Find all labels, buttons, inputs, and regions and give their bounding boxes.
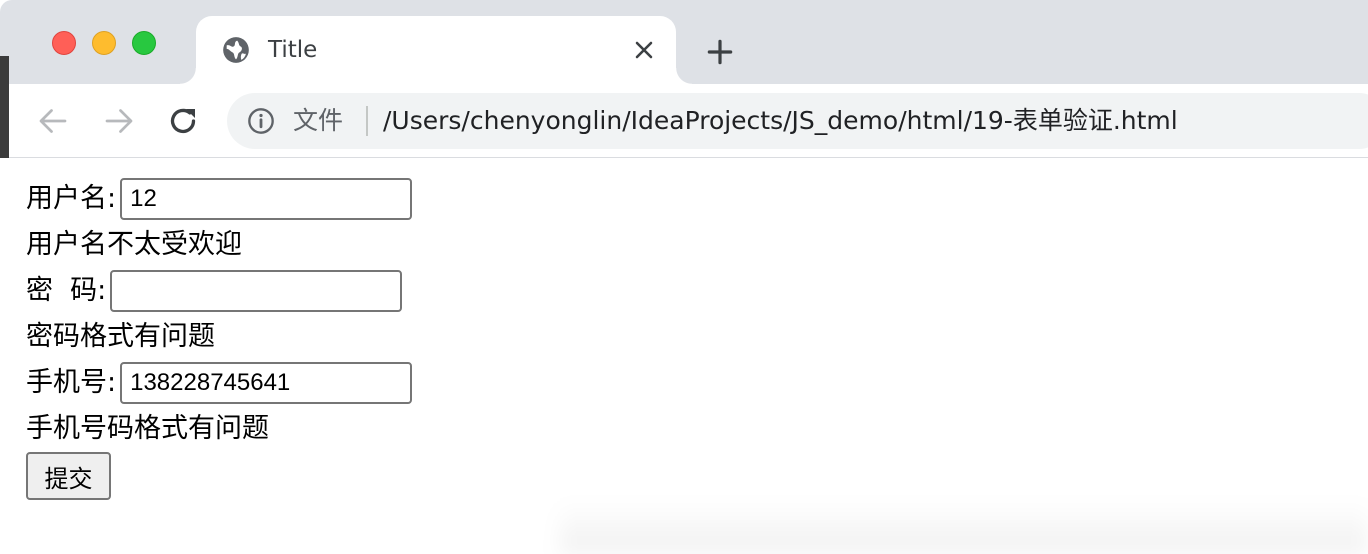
- password-row: 密 码:: [26, 268, 412, 314]
- browser-toolbar: 文件 /Users/chenyonglin/IdeaProjects/JS_de…: [9, 84, 1368, 158]
- window-maximize-button[interactable]: [132, 31, 156, 55]
- window-shadow: [560, 500, 1368, 554]
- phone-error-message: 手机号码格式有问题: [26, 413, 269, 444]
- window-close-button[interactable]: [52, 31, 76, 55]
- tab-strip: Title: [0, 0, 1368, 84]
- page-content: 用户名: 用户名不太受欢迎 密 码: 密码格式有问题 手机号: 手机号码格式有问…: [26, 176, 413, 502]
- info-icon[interactable]: [247, 107, 275, 135]
- tab-close-icon[interactable]: [630, 36, 658, 64]
- password-input[interactable]: [110, 270, 403, 312]
- new-tab-plus-icon[interactable]: [704, 36, 736, 68]
- tab-title: Title: [268, 37, 318, 63]
- username-row: 用户名:: [26, 176, 413, 222]
- submit-button[interactable]: 提交: [26, 452, 111, 500]
- phone-label: 手机号:: [26, 367, 117, 398]
- globe-icon: [223, 37, 249, 63]
- address-bar[interactable]: 文件 /Users/chenyonglin/IdeaProjects/JS_de…: [227, 93, 1368, 149]
- username-label: 用户名:: [26, 183, 117, 214]
- forward-arrow-icon[interactable]: [101, 103, 137, 139]
- browser-tab[interactable]: Title: [180, 16, 692, 84]
- password-error-message: 密码格式有问题: [26, 321, 215, 352]
- reload-icon[interactable]: [165, 103, 201, 139]
- url-text[interactable]: /Users/chenyonglin/IdeaProjects/JS_demo/…: [383, 103, 1178, 139]
- phone-row: 手机号:: [26, 360, 413, 406]
- scheme-label: 文件: [293, 106, 344, 135]
- window-edge: [0, 56, 9, 158]
- password-label: 密 码:: [26, 275, 107, 306]
- username-error-message: 用户名不太受欢迎: [26, 229, 242, 260]
- username-input[interactable]: [120, 178, 413, 220]
- phone-input[interactable]: [120, 362, 413, 404]
- omnibox-divider: [366, 106, 368, 136]
- back-arrow-icon[interactable]: [35, 103, 71, 139]
- window-minimize-button[interactable]: [92, 31, 116, 55]
